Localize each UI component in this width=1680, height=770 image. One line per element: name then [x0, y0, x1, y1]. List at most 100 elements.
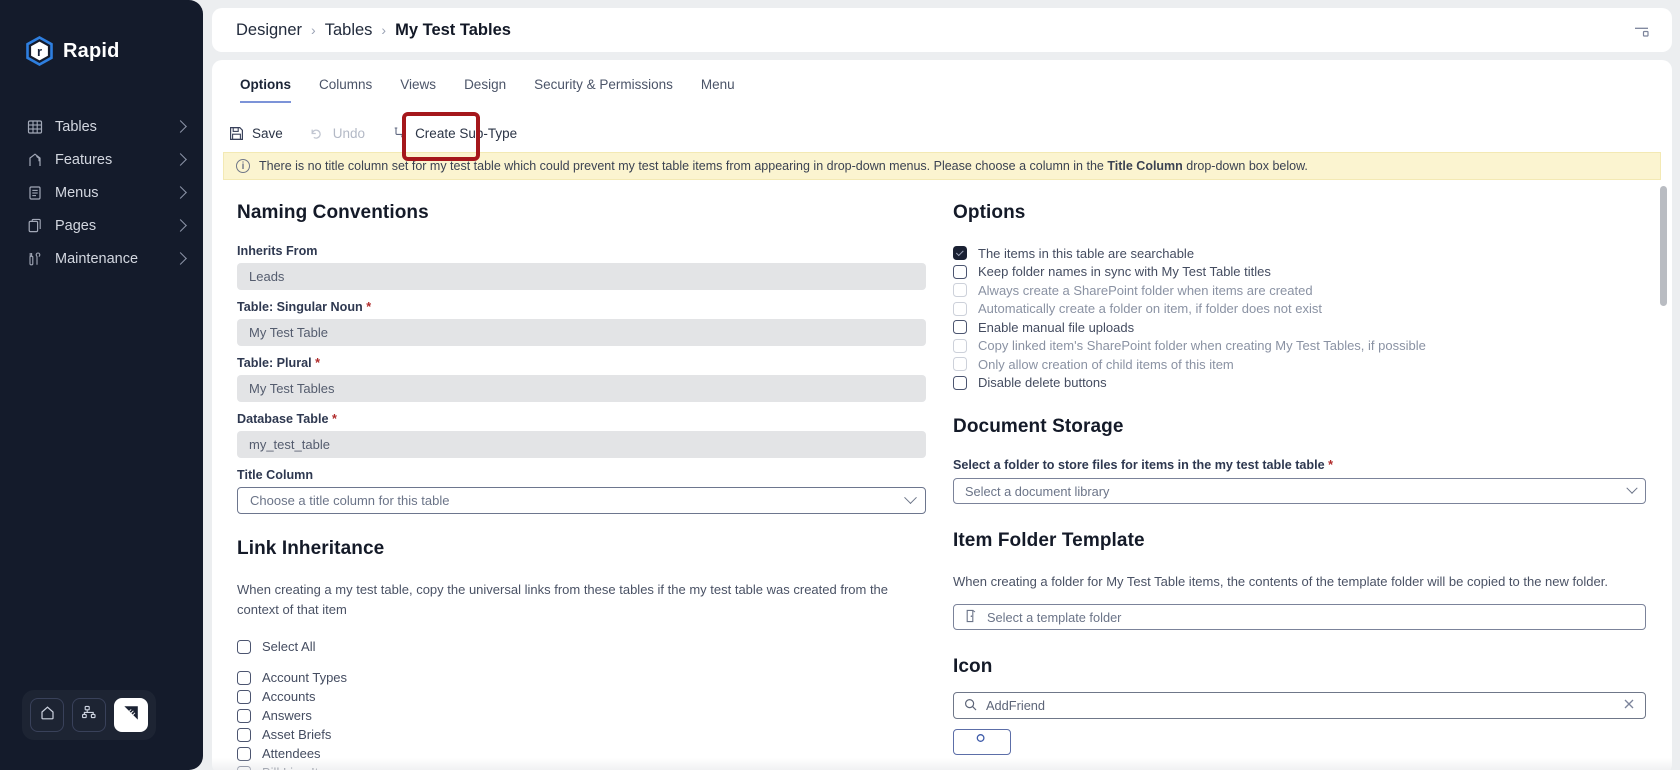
- option-label: Copy linked item's SharePoint folder whe…: [978, 338, 1426, 354]
- undo-label: Undo: [332, 125, 366, 141]
- scrollbar-thumb[interactable]: [1660, 186, 1667, 306]
- breadcrumb-item-tables[interactable]: Tables: [325, 21, 373, 40]
- sidebar-item-pages[interactable]: Pages: [0, 209, 203, 242]
- required-asterisk: *: [315, 356, 321, 370]
- select-all-row[interactable]: Select All: [237, 637, 926, 656]
- banner-text: There is no title column set for my test…: [259, 159, 1308, 173]
- icon-result-chip[interactable]: [953, 729, 1011, 755]
- document-library-select[interactable]: Select a document library: [953, 478, 1646, 504]
- icon-search-value: AddFriend: [986, 698, 1046, 713]
- link-checkbox[interactable]: [237, 765, 251, 770]
- database-table-input: my_test_table: [237, 431, 926, 458]
- breadcrumb-item-current: My Test Tables: [395, 20, 511, 39]
- dock-home-button[interactable]: [30, 698, 64, 732]
- document-storage-heading: Document Storage: [953, 416, 1124, 437]
- dock-designer-button[interactable]: [114, 698, 148, 732]
- tab-design[interactable]: Design: [450, 72, 520, 92]
- title-column-select[interactable]: Choose a title column for this table: [237, 487, 926, 514]
- option-label: The items in this table are searchable: [978, 245, 1195, 261]
- chevron-right-icon: [174, 120, 187, 133]
- tab-label: Design: [464, 77, 507, 92]
- option-row-manual-file-uploads[interactable]: Enable manual file uploads: [953, 318, 1646, 337]
- option-label: Only allow creation of child items of th…: [978, 356, 1234, 372]
- list-item-label: Attendees: [262, 746, 321, 761]
- breadcrumb: Designer › Tables › My Test Tables: [236, 21, 1632, 40]
- title-column-label: Title Column: [237, 468, 314, 482]
- naming-conventions-heading: Naming Conventions: [237, 202, 429, 223]
- ruler-designer-icon: [123, 704, 140, 726]
- brand: r Rapid: [0, 0, 203, 66]
- option-row-auto-create-folder: Automatically create a folder on item, i…: [953, 300, 1646, 319]
- close-x-icon[interactable]: [1623, 698, 1635, 713]
- breadcrumb-separator: ›: [311, 22, 316, 38]
- tab-options[interactable]: Options: [226, 72, 305, 103]
- select-all-checkbox[interactable]: [237, 639, 251, 654]
- breadcrumb-bar: Designer › Tables › My Test Tables: [212, 8, 1672, 52]
- link-checkbox[interactable]: [237, 689, 251, 704]
- list-item[interactable]: Account Types: [237, 668, 926, 687]
- brand-name: Rapid: [63, 39, 120, 62]
- settings-scroll-area: Naming Conventions Inherits From Leads T…: [212, 180, 1672, 770]
- option-checkbox[interactable]: [953, 246, 967, 261]
- option-checkbox[interactable]: [953, 320, 967, 335]
- option-label: Disable delete buttons: [978, 375, 1107, 391]
- tab-label: Views: [400, 77, 437, 92]
- template-folder-select[interactable]: Select a template folder: [953, 604, 1646, 630]
- option-row-disable-delete-buttons[interactable]: Disable delete buttons: [953, 374, 1646, 393]
- link-checkbox[interactable]: [237, 670, 251, 685]
- link-inheritance-description: When creating a my test table, copy the …: [237, 582, 889, 617]
- chevron-right-icon: [174, 219, 187, 232]
- right-column: Options The items in this table are sear…: [940, 202, 1646, 770]
- sidebar-item-tables[interactable]: Tables: [0, 110, 203, 143]
- pages-copy-icon: [26, 217, 43, 234]
- undo-button[interactable]: Undo: [309, 125, 365, 141]
- sidebar-item-label: Menus: [55, 184, 99, 201]
- vertical-scrollbar[interactable]: [1660, 186, 1667, 770]
- tab-views[interactable]: Views: [386, 72, 450, 92]
- tab-columns[interactable]: Columns: [305, 72, 386, 92]
- link-checkbox[interactable]: [237, 746, 251, 761]
- option-row-searchable[interactable]: The items in this table are searchable: [953, 244, 1646, 263]
- list-item[interactable]: Asset Briefs: [237, 725, 926, 744]
- save-label: Save: [252, 125, 283, 141]
- option-checkbox[interactable]: [953, 264, 967, 279]
- create-sub-type-button[interactable]: Create Sub-Type: [391, 125, 517, 141]
- list-item[interactable]: Accounts: [237, 687, 926, 706]
- chevron-right-icon: [174, 153, 187, 166]
- list-item[interactable]: Answers: [237, 706, 926, 725]
- option-row-sync-folder-names[interactable]: Keep folder names in sync with My Test T…: [953, 263, 1646, 282]
- sidebar-item-features[interactable]: Features: [0, 143, 203, 176]
- tab-label: Options: [240, 77, 291, 92]
- main-area: Designer › Tables › My Test Tables Optio…: [203, 0, 1680, 770]
- option-row-copy-linked-sharepoint-folder: Copy linked item's SharePoint folder whe…: [953, 337, 1646, 356]
- icon-search-input[interactable]: AddFriend: [953, 692, 1646, 719]
- chevron-right-icon: [174, 252, 187, 265]
- tab-menu[interactable]: Menu: [687, 72, 749, 92]
- sidebar-item-menus[interactable]: Menus: [0, 176, 203, 209]
- options-list: The items in this table are searchable K…: [953, 244, 1646, 392]
- link-checkbox[interactable]: [237, 727, 251, 742]
- chevron-down-icon: [1626, 482, 1638, 494]
- list-item[interactable]: Attendees: [237, 744, 926, 763]
- list-item-label: Bill Line Items: [262, 765, 343, 770]
- breadcrumb-separator: ›: [381, 22, 387, 38]
- dock-sitemap-button[interactable]: [72, 698, 106, 732]
- list-item[interactable]: Bill Line Items: [237, 763, 926, 770]
- chevron-down-icon: [904, 491, 917, 505]
- required-asterisk: *: [331, 412, 337, 426]
- save-button[interactable]: Save: [228, 125, 283, 141]
- svg-text:r: r: [37, 44, 42, 59]
- window-restore-icon[interactable]: [1632, 22, 1652, 39]
- tab-security-permissions[interactable]: Security & Permissions: [520, 72, 687, 92]
- tab-bar: Options Columns Views Design Security & …: [212, 60, 1672, 106]
- label-text: Select a folder to store files for items…: [953, 458, 1325, 472]
- folder-template-icon: [965, 609, 978, 626]
- undo-arrow-icon: [309, 125, 325, 141]
- sidebar-item-maintenance[interactable]: Maintenance: [0, 242, 203, 275]
- item-folder-template-heading: Item Folder Template: [953, 530, 1145, 551]
- link-checkbox[interactable]: [237, 708, 251, 723]
- option-row-only-child-items: Only allow creation of child items of th…: [953, 355, 1646, 374]
- inherits-from-label: Inherits From: [237, 244, 926, 258]
- breadcrumb-item-designer[interactable]: Designer: [236, 21, 302, 40]
- option-checkbox[interactable]: [953, 375, 967, 390]
